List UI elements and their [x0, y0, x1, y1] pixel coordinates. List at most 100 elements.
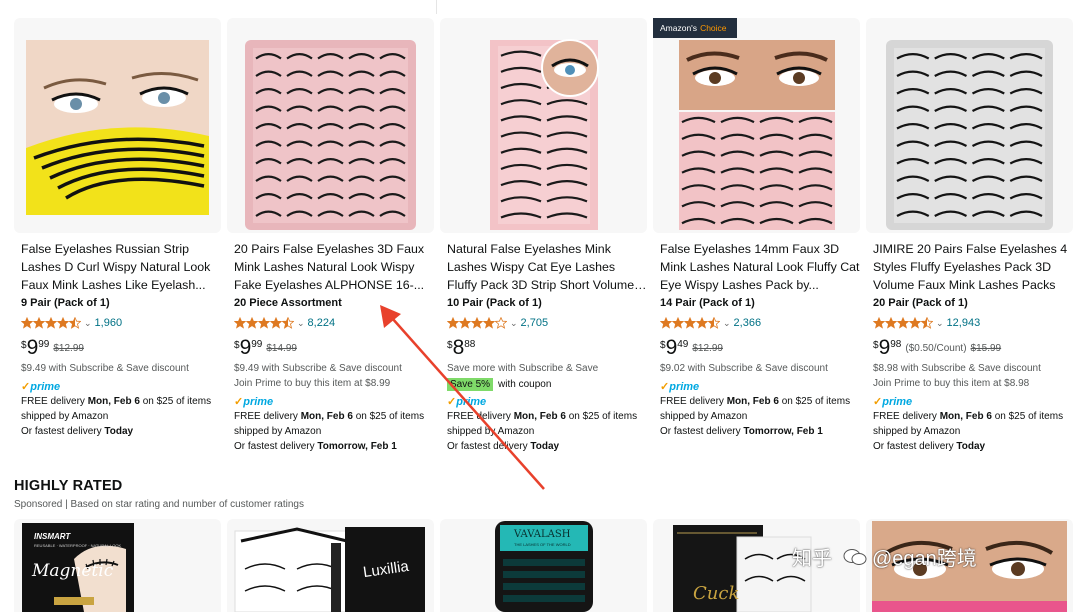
delivery-prefix: FREE delivery: [660, 396, 727, 407]
amazons-choice-badge: Amazon's Choice: [653, 18, 737, 38]
star-rating[interactable]: [234, 317, 294, 329]
badge-highlight: Choice: [700, 23, 727, 33]
star-icon: [684, 317, 696, 329]
coupon[interactable]: Save 5% with coupon: [447, 378, 551, 391]
rating-row[interactable]: ⌄ 2,705: [447, 316, 548, 330]
delivery-date: Mon, Feb 6: [939, 411, 992, 422]
rating-count-link[interactable]: 8,224: [308, 317, 336, 329]
fastest-prefix: Or fastest delivery: [873, 441, 957, 452]
product-image-grey-box[interactable]: [866, 18, 1073, 233]
price[interactable]: $ 9 99 $12.99: [21, 337, 84, 358]
subscribe-save-text: Save more with Subscribe & Save: [447, 363, 599, 374]
prime-badge: ✓ prime: [21, 380, 61, 394]
delivery-info: FREE delivery Mon, Feb 6 on $25 of items…: [660, 394, 860, 424]
prime-badge: ✓ prime: [660, 380, 699, 394]
price[interactable]: $ 9 49 $12.99: [660, 337, 723, 358]
product-card[interactable]: 20 Pairs False Eyelashes 3D Faux Mink La…: [227, 18, 434, 466]
star-icon: [33, 317, 45, 329]
delivery-date: Mon, Feb 6: [300, 411, 353, 422]
prime-label: prime: [30, 380, 61, 393]
rating-count-link[interactable]: 2,705: [521, 317, 549, 329]
star-icon: [708, 317, 720, 329]
product-image-pink-box[interactable]: [227, 18, 434, 233]
brand-label: VAVALASH: [514, 529, 571, 540]
fastest-date: Today: [530, 441, 560, 452]
delivery-date: Mon, Feb 6: [513, 411, 566, 422]
rating-row[interactable]: ⌄ 2,366: [660, 316, 761, 330]
product-variant: 10 Pair (Pack of 1): [447, 297, 542, 309]
product-title-link[interactable]: False Eyelashes Russian Strip Lashes D C…: [21, 240, 221, 294]
chevron-down-icon[interactable]: ⌄: [297, 318, 305, 329]
product-card[interactable]: Natural False Eyelashes Mink Lashes Wisp…: [440, 18, 647, 466]
delivery-prefix: FREE delivery: [873, 411, 940, 422]
divider: [436, 0, 437, 14]
price-whole: 9: [239, 336, 252, 359]
product-image-pink-strips[interactable]: [440, 18, 647, 233]
list-price: $14.99: [266, 343, 297, 354]
price[interactable]: $ 9 98 ($0.50/Count) $15.99: [873, 337, 1001, 358]
price-whole: 9: [878, 336, 891, 359]
star-icon: [21, 317, 33, 329]
rating-count-link[interactable]: 12,943: [947, 317, 981, 329]
fastest-date: Today: [104, 426, 134, 437]
chevron-down-icon[interactable]: ⌄: [84, 318, 92, 329]
rating-row[interactable]: ⌄ 12,943: [873, 316, 980, 330]
star-icon: [471, 317, 483, 329]
chevron-down-icon[interactable]: ⌄: [723, 318, 731, 329]
product-card[interactable]: Amazon's Choice False Eyelashes 14mm Fau…: [653, 18, 860, 466]
star-icon: [258, 317, 270, 329]
fastest-delivery: Or fastest delivery Today: [873, 439, 1073, 454]
chevron-down-icon[interactable]: ⌄: [510, 318, 518, 329]
price-whole: 9: [26, 336, 39, 359]
rating-row[interactable]: ⌄ 1,960: [21, 316, 122, 330]
star-icon: [447, 317, 459, 329]
delivery-info: FREE delivery Mon, Feb 6 on $25 of items…: [873, 409, 1073, 439]
product-image-vavalash[interactable]: VAVALASH THE LASHES OF THE WORLD: [440, 519, 647, 612]
fastest-delivery: Or fastest delivery Tomorrow, Feb 1: [234, 439, 434, 454]
delivery-prefix: FREE delivery: [21, 396, 88, 407]
star-icon: [483, 317, 495, 329]
brand-label: INSMART: [34, 532, 71, 541]
price[interactable]: $ 9 99 $14.99: [234, 337, 297, 358]
watermark: 知乎 @egan跨境: [792, 542, 977, 571]
product-variant: 14 Pair (Pack of 1): [660, 297, 755, 309]
star-icon: [885, 317, 897, 329]
product-card[interactable]: JIMIRE 20 Pairs False Eyelashes 4 Styles…: [866, 18, 1073, 466]
fastest-delivery: Or fastest delivery Today: [21, 424, 221, 439]
product-title-link[interactable]: Natural False Eyelashes Mink Lashes Wisp…: [447, 240, 647, 294]
fastest-date: Tomorrow, Feb 1: [743, 426, 823, 437]
star-rating[interactable]: [21, 317, 81, 329]
price-fraction: 99: [38, 339, 50, 350]
star-icon: [909, 317, 921, 329]
product-title-link[interactable]: 20 Pairs False Eyelashes 3D Faux Mink La…: [234, 240, 434, 294]
chevron-down-icon[interactable]: ⌄: [936, 318, 944, 329]
delivery-info: FREE delivery Mon, Feb 6 on $25 of items…: [21, 394, 221, 424]
star-icon: [45, 317, 57, 329]
brand-tagline: THE LASHES OF THE WORLD: [514, 542, 571, 547]
delivery-prefix: FREE delivery: [234, 411, 301, 422]
star-rating[interactable]: [447, 317, 507, 329]
prime-badge: ✓ prime: [447, 395, 486, 409]
product-image-insmart[interactable]: INSMART REUSABLE · WATERPROOF · NATURAL …: [14, 519, 221, 612]
product-card[interactable]: False Eyelashes Russian Strip Lashes D C…: [14, 18, 221, 466]
prime-check-icon: ✓: [234, 396, 244, 408]
price-fraction: 98: [890, 339, 902, 350]
product-title-link[interactable]: False Eyelashes 14mm Faux 3D Mink Lashes…: [660, 240, 860, 294]
product-image-eyes-box[interactable]: [653, 18, 860, 233]
rating-count-link[interactable]: 1,960: [95, 317, 123, 329]
product-image-luxillia[interactable]: Luxillia: [227, 519, 434, 612]
fastest-prefix: Or fastest delivery: [660, 426, 744, 437]
product-image-russian-lashes[interactable]: [14, 18, 221, 233]
rating-count-link[interactable]: 2,366: [734, 317, 762, 329]
rating-row[interactable]: ⌄ 8,224: [234, 316, 335, 330]
unit-price: ($0.50/Count): [905, 343, 967, 354]
product-title-link[interactable]: JIMIRE 20 Pairs False Eyelashes 4 Styles…: [873, 240, 1073, 294]
star-rating[interactable]: [873, 317, 933, 329]
star-icon: [495, 317, 507, 329]
fastest-prefix: Or fastest delivery: [447, 441, 531, 452]
delivery-info: FREE delivery Mon, Feb 6 on $25 of items…: [447, 409, 647, 439]
star-icon: [57, 317, 69, 329]
price[interactable]: $ 8 88: [447, 337, 475, 358]
star-rating[interactable]: [660, 317, 720, 329]
list-price: $12.99: [53, 343, 84, 354]
